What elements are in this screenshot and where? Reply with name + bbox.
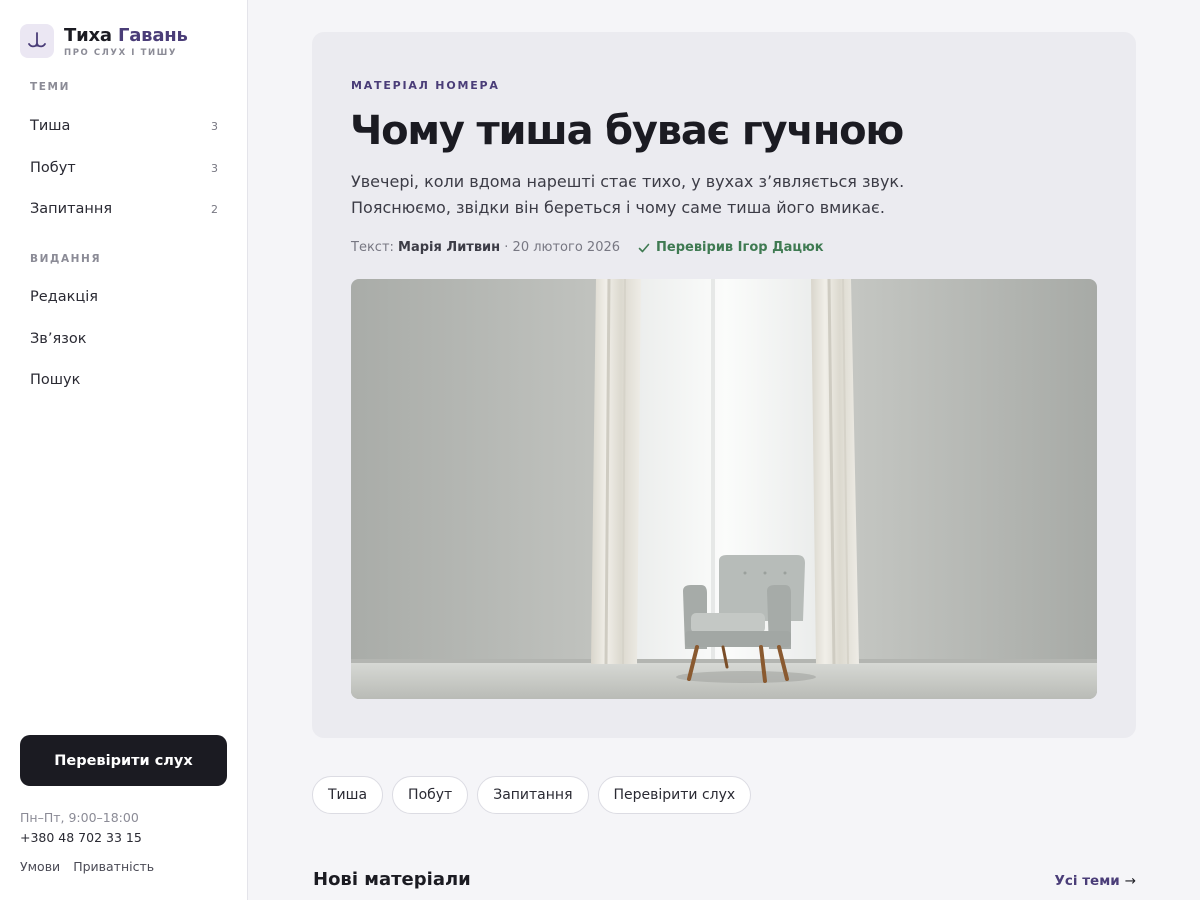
sidebar-item-count: 3 [211,119,218,133]
sidebar-item-tysha[interactable]: Тиша 3 [30,114,218,138]
sidebar-item-label: Редакція [30,289,98,305]
article-lead: Увечері, коли вдома нарешті стає тихо, у… [351,172,905,217]
new-materials-heading: Нові матеріали [313,869,471,890]
arrow-right-icon: → [1124,873,1136,889]
privacy-link[interactable]: Приватність [73,859,154,874]
all-topics-link[interactable]: Усі теми → [1054,873,1136,889]
sidebar-item-redaktsiia[interactable]: Редакція [30,285,218,309]
brand-tagline: ПРО СЛУХ І ТИШУ [64,47,177,58]
publish-date: · 20 лютого 2026 [504,240,621,255]
tag-zapytannia[interactable]: Запитання [477,776,589,814]
topic-tags: Тиша Побут Запитання Перевірити слух [312,776,752,814]
brand[interactable]: Тиха Гавань ПРО СЛУХ І ТИШУ [20,24,188,58]
sidebar-item-label: Тиша [30,118,71,134]
check-icon [638,243,650,252]
author-name[interactable]: Марія Литвин [398,240,500,255]
sidebar-item-zviazok[interactable]: Зв’язок [30,327,218,351]
sidebar-item-label: Побут [30,160,76,176]
eyebrow: МАТЕРІАЛ НОМЕРА [351,79,500,92]
brand-name: Тиха Гавань [64,24,188,46]
tag-tysha[interactable]: Тиша [312,776,384,814]
tag-pobut[interactable]: Побут [392,776,469,814]
working-hours: Пн–Пт, 9:00–18:00 [20,810,139,825]
phone-number[interactable]: +380 48 702 33 15 [20,830,142,845]
sidebar: Тиха Гавань ПРО СЛУХ І ТИШУ ТЕМИ Тиша 3 … [0,0,248,900]
sidebar-item-label: Запитання [30,201,113,217]
check-hearing-button[interactable]: Перевірити слух [20,735,227,786]
sidebar-item-label: Зв’язок [30,331,87,347]
sidebar-item-count: 2 [211,202,218,216]
sidebar-item-zapytannia[interactable]: Запитання 2 [30,197,218,221]
tuning-fork-icon [20,24,54,58]
verified-label: Перевірив Ігор Дацюк [656,240,824,255]
sidebar-item-label: Пошук [30,372,81,388]
topics-heading: ТЕМИ [30,81,70,93]
legal-links: Умови Приватність [20,859,154,874]
article-meta: Текст: Марія Литвин · 20 лютого 2026 Пер… [351,240,824,255]
terms-link[interactable]: Умови [20,859,60,874]
article-title[interactable]: Чому тиша буває гучною [350,108,904,154]
edition-heading: ВИДАННЯ [30,253,102,265]
sidebar-item-poshuk[interactable]: Пошук [30,368,218,392]
all-topics-label: Усі теми [1054,873,1120,889]
featured-article: МАТЕРІАЛ НОМЕРА Чому тиша буває гучною У… [312,32,1136,738]
sidebar-item-pobut[interactable]: Побут 3 [30,156,218,180]
verified-badge: Перевірив Ігор Дацюк [638,240,824,255]
tag-check-hearing[interactable]: Перевірити слух [597,776,752,814]
byline-prefix: Текст: [351,240,394,255]
armchair-by-window-photo [351,279,1097,699]
sidebar-item-count: 3 [211,161,218,175]
